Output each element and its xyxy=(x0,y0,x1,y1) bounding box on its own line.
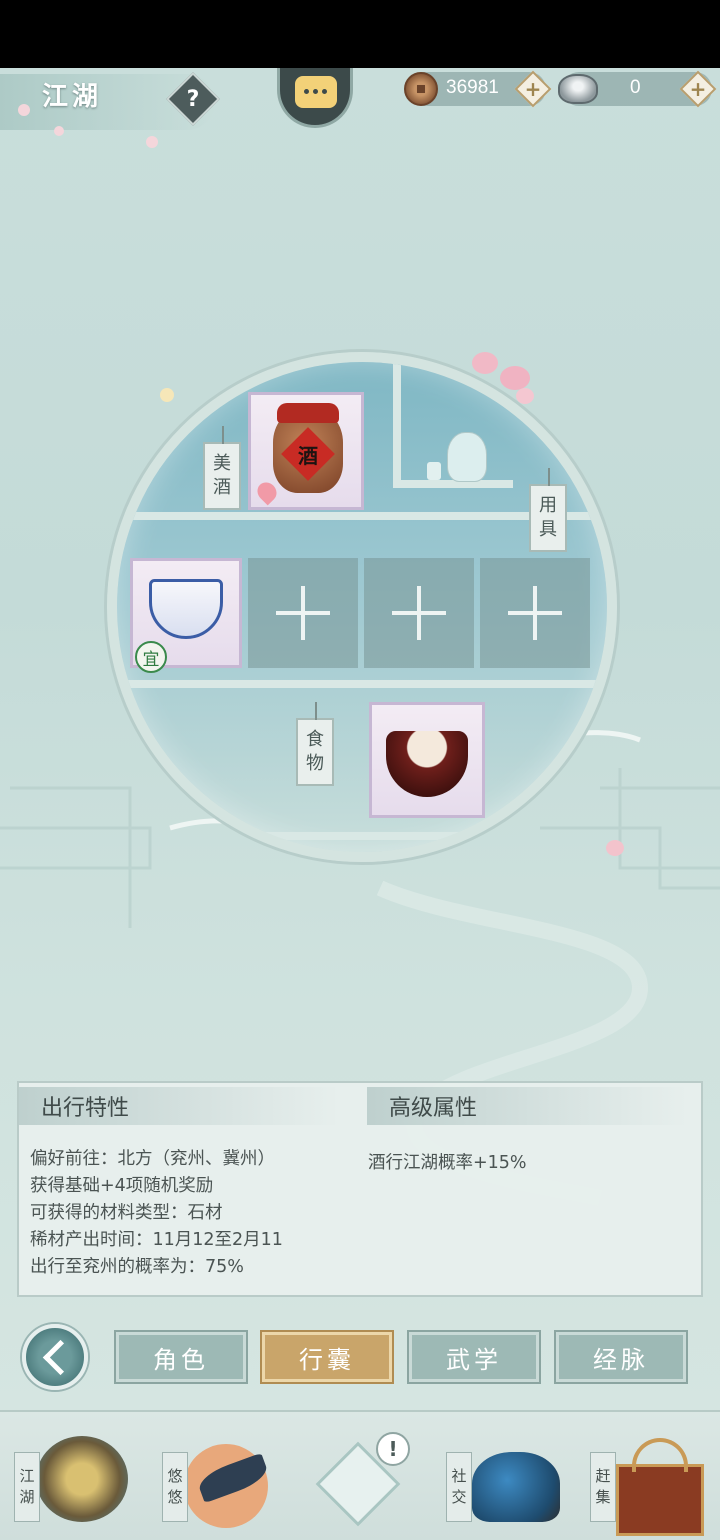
add-icon xyxy=(248,558,358,668)
blossom-decoration xyxy=(18,104,30,116)
wine-cup-icon xyxy=(427,462,441,480)
jar-lid xyxy=(277,403,339,423)
jar-label: 酒 xyxy=(298,443,318,468)
copper-amount: 36981 xyxy=(446,77,499,98)
add-silver-button[interactable]: + xyxy=(679,70,717,108)
heart-icon xyxy=(253,478,281,506)
empty-slot[interactable] xyxy=(480,558,590,668)
copper-currency: 36981 + xyxy=(404,70,552,108)
tab-character[interactable]: 角色 xyxy=(114,1330,248,1384)
travel-traits-header: 出行特性 xyxy=(19,1087,339,1125)
nav-jianghu[interactable]: 江 湖 xyxy=(0,1412,144,1540)
wine-jar-item[interactable]: 酒 xyxy=(248,392,364,510)
nav-youyou-label: 悠 悠 xyxy=(162,1452,188,1522)
tag-tools-char: 具 xyxy=(539,519,557,540)
nav-market[interactable]: 赶 集 xyxy=(576,1412,720,1540)
petal-decoration xyxy=(160,388,174,402)
empty-slot[interactable] xyxy=(248,558,358,668)
nav-center[interactable]: ! xyxy=(288,1412,432,1540)
empty-slot[interactable] xyxy=(364,558,474,668)
tag-food: 食 物 xyxy=(296,702,334,786)
status-bar xyxy=(0,0,720,68)
nav-social-label: 社 交 xyxy=(446,1452,472,1522)
info-panel: 出行特性 高级属性 偏好前往：北方（兖州、冀州） 获得基础+4项随机奖励 可获得… xyxy=(17,1081,703,1297)
silver-amount: 0 xyxy=(630,77,641,98)
tag-food-char: 物 xyxy=(306,753,324,774)
nav-youyou[interactable]: 悠 悠 xyxy=(144,1412,288,1540)
silver-currency: 0 + xyxy=(558,70,717,108)
blue-white-teacup-icon xyxy=(149,579,223,639)
copper-coin-icon xyxy=(404,72,438,106)
petal-decoration xyxy=(606,840,624,856)
info-line: 稀材产出时间：11月12至2月11 xyxy=(30,1230,283,1250)
nav-market-label: 赶 集 xyxy=(590,1452,616,1522)
info-line: 出行至兖州的概率为：75% xyxy=(30,1257,244,1277)
help-icon: ? xyxy=(186,86,200,112)
tag-tools-char: 用 xyxy=(539,494,557,516)
shelf-divider xyxy=(393,362,401,482)
nav-char: 湖 xyxy=(19,1488,35,1506)
tag-food-char: 食 xyxy=(306,728,324,750)
nav-char: 社 xyxy=(451,1467,467,1485)
blossom-decoration xyxy=(472,352,498,374)
bottom-nav: 江 湖 悠 悠 ! 社 交 赶 集 xyxy=(0,1410,720,1540)
straw-hat-icon xyxy=(36,1436,128,1522)
nav-char: 江 xyxy=(19,1467,35,1485)
tag-wine-char: 美 xyxy=(213,452,231,474)
nav-social[interactable]: 社 交 xyxy=(432,1412,576,1540)
tab-martial-arts[interactable]: 武学 xyxy=(407,1330,541,1384)
advanced-attributes-header: 高级属性 xyxy=(367,1087,687,1125)
nav-char: 悠 xyxy=(167,1488,183,1506)
plus-icon: + xyxy=(524,77,542,101)
info-line: 偏好前往：北方（兖州、冀州） xyxy=(30,1149,275,1169)
nav-jianghu-label: 江 湖 xyxy=(14,1452,40,1522)
chat-button[interactable] xyxy=(277,68,353,128)
add-icon xyxy=(364,558,474,668)
wave-icon xyxy=(472,1452,560,1522)
blossom-decoration xyxy=(146,136,158,148)
nav-char: 悠 xyxy=(167,1467,183,1485)
top-bar: 江湖 ? 36981 + 0 + xyxy=(0,68,720,148)
shelf-divider xyxy=(117,832,607,840)
back-button[interactable] xyxy=(22,1324,88,1390)
porcelain-vase-icon xyxy=(447,432,487,482)
blossom-decoration xyxy=(516,388,534,404)
nav-char: 交 xyxy=(451,1488,467,1506)
info-line: 获得基础+4项随机奖励 xyxy=(30,1176,214,1196)
tab-meridians[interactable]: 经脉 xyxy=(554,1330,688,1384)
silver-ingot-icon xyxy=(558,74,598,104)
blossom-decoration xyxy=(54,126,64,136)
dumpling-bowl-icon xyxy=(386,731,468,797)
chat-bubble-icon xyxy=(295,76,337,108)
teacup-item[interactable]: 宜 xyxy=(130,558,242,673)
plus-icon: + xyxy=(689,77,707,101)
market-basket-icon xyxy=(616,1464,704,1536)
inventory-shelf: 酒 美 酒 用 具 宜 食 物 xyxy=(107,352,617,862)
suitable-badge: 宜 xyxy=(135,641,167,673)
tag-wine: 美 酒 xyxy=(203,426,241,510)
tag-wine-char: 酒 xyxy=(213,477,231,498)
add-copper-button[interactable]: + xyxy=(514,70,552,108)
basket-handle xyxy=(632,1438,688,1472)
nav-char: 集 xyxy=(595,1488,611,1506)
tab-inventory[interactable]: 行囊 xyxy=(260,1330,394,1384)
tag-tools: 用 具 xyxy=(529,468,567,552)
blossom-decoration xyxy=(500,366,530,390)
shelf-divider xyxy=(117,680,607,688)
alert-badge: ! xyxy=(376,1432,410,1466)
shelf-divider xyxy=(393,480,513,488)
add-icon xyxy=(480,558,590,668)
info-line: 可获得的材料类型：石材 xyxy=(30,1203,223,1223)
advanced-attribute-line: 酒行江湖概率+15% xyxy=(368,1153,527,1173)
nav-char: 赶 xyxy=(595,1467,611,1485)
tangyuan-bowl-item[interactable] xyxy=(369,702,485,818)
page-title: 江湖 xyxy=(42,82,103,112)
